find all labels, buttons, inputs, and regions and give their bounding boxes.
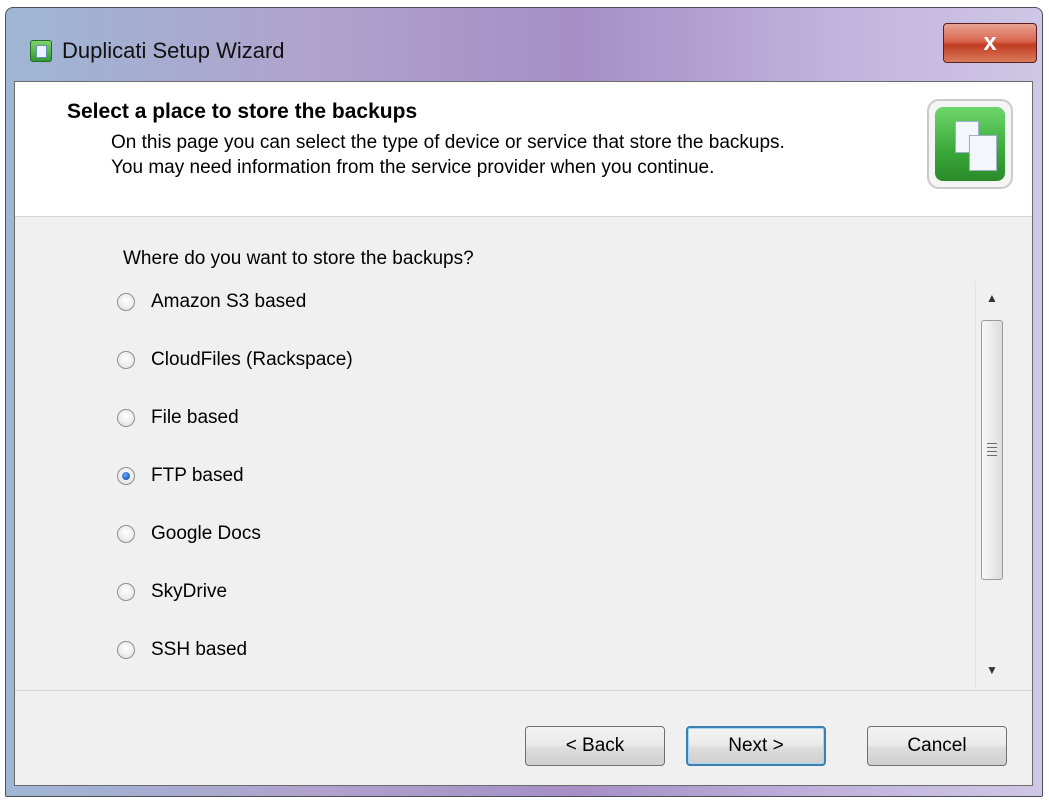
radio-button[interactable]: [117, 293, 135, 311]
back-button[interactable]: < Back: [525, 726, 665, 766]
option-label: File based: [151, 407, 239, 428]
scroll-down-icon[interactable]: ▼: [976, 656, 1008, 684]
description-line-2: You may need information from the servic…: [111, 157, 715, 178]
wizard-documents-icon: [927, 99, 1013, 189]
scroll-up-icon[interactable]: ▲: [976, 284, 1008, 312]
storage-question: Where do you want to store the backups?: [123, 248, 474, 269]
option-ssh-based[interactable]: SSH based: [103, 630, 703, 670]
next-button[interactable]: Next >: [686, 726, 826, 766]
scroll-thumb[interactable]: [981, 320, 1003, 580]
option-label: Amazon S3 based: [151, 291, 307, 312]
wizard-header: Select a place to store the backups On t…: [15, 82, 1032, 217]
option-label: SkyDrive: [151, 581, 228, 602]
title-bar[interactable]: Duplicati Setup Wizard x: [6, 8, 1042, 78]
window-title: Duplicati Setup Wizard: [62, 38, 285, 63]
description-line-1: On this page you can select the type of …: [111, 132, 785, 153]
option-label: Google Docs: [151, 523, 261, 544]
setup-wizard-window: Duplicati Setup Wizard x Select a place …: [5, 7, 1043, 797]
radio-button-selected[interactable]: [117, 467, 135, 485]
option-label: FTP based: [151, 465, 244, 486]
option-amazon-s3[interactable]: Amazon S3 based: [103, 282, 703, 322]
option-skydrive[interactable]: SkyDrive: [103, 572, 703, 612]
radio-button[interactable]: [117, 409, 135, 427]
option-file-based[interactable]: File based: [103, 398, 703, 438]
cancel-button[interactable]: Cancel: [867, 726, 1007, 766]
radio-button[interactable]: [117, 351, 135, 369]
option-label: SSH based: [151, 639, 248, 660]
wizard-content: Select a place to store the backups On t…: [14, 81, 1033, 786]
page-title: Select a place to store the backups: [67, 100, 418, 123]
footer-divider: [15, 690, 1032, 691]
radio-button[interactable]: [117, 583, 135, 601]
option-cloudfiles[interactable]: CloudFiles (Rackspace): [103, 340, 703, 380]
app-icon: [30, 40, 52, 62]
radio-button[interactable]: [117, 641, 135, 659]
radio-button[interactable]: [117, 525, 135, 543]
option-google-docs[interactable]: Google Docs: [103, 514, 703, 554]
close-button[interactable]: x: [943, 23, 1037, 63]
option-label: CloudFiles (Rackspace): [151, 349, 353, 370]
page-description: On this page you can select the type of …: [111, 130, 785, 180]
scroll-grip-icon: [987, 443, 997, 457]
options-scrollbar[interactable]: ▲ ▼: [975, 282, 1007, 688]
option-ftp-based[interactable]: FTP based: [103, 456, 703, 496]
storage-options-list: Amazon S3 based CloudFiles (Rackspace) F…: [103, 282, 983, 682]
